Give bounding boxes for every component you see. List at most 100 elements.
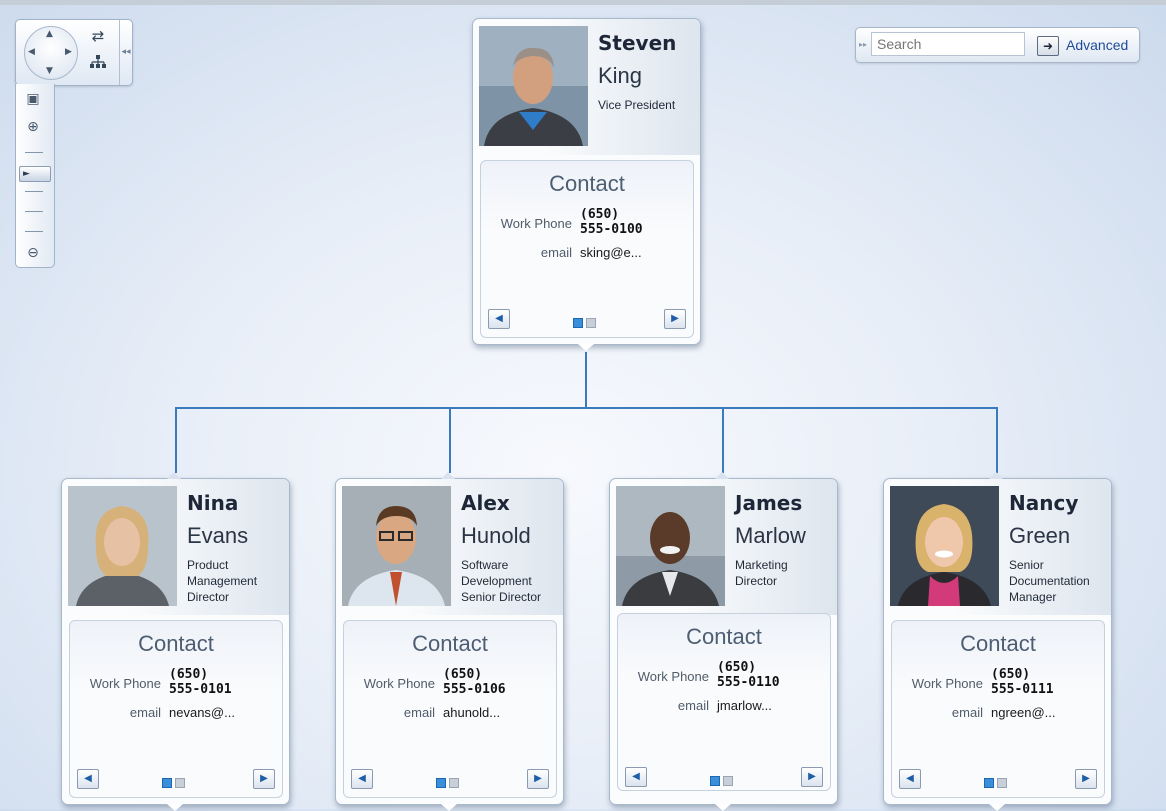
zoom-tick: [25, 191, 43, 192]
page-indicator: [984, 773, 1014, 788]
next-page-button[interactable]: ▶: [664, 309, 686, 329]
zoom-in-icon[interactable]: ⊕: [24, 118, 42, 136]
first-name: Nina: [187, 491, 239, 515]
email-value[interactable]: sking@e...: [580, 245, 642, 260]
email-value[interactable]: ngreen@...: [991, 705, 1056, 720]
pan-left-icon[interactable]: ◀: [28, 48, 35, 57]
email-label: email: [129, 705, 161, 720]
pan-right-icon[interactable]: ▶: [65, 48, 72, 57]
contact-heading: Contact: [412, 631, 488, 656]
person-card[interactable]: Nina Evans Product Management Director C…: [61, 472, 290, 811]
person-photo: [342, 486, 451, 606]
advanced-search-link[interactable]: Advanced: [1066, 37, 1128, 53]
first-name: Alex: [461, 491, 510, 515]
job-title: Software Development Senior Director: [461, 558, 542, 604]
phone-area: (650): [169, 667, 209, 682]
email-value[interactable]: ahunold...: [443, 705, 500, 720]
swap-layout-icon[interactable]: ⇄: [87, 26, 109, 46]
page-dot[interactable]: [723, 776, 733, 786]
next-page-button[interactable]: ▶: [801, 767, 823, 787]
search-go-button[interactable]: ➜: [1037, 36, 1059, 56]
prev-page-button[interactable]: ◀: [77, 769, 99, 789]
work-phone-value: (650) 555-0111: [991, 667, 1054, 697]
work-phone-label: Work Phone: [637, 669, 709, 684]
zoom-slider-thumb[interactable]: ►: [19, 166, 51, 182]
next-page-button[interactable]: ▶: [1075, 769, 1097, 789]
next-page-button[interactable]: ▶: [253, 769, 275, 789]
zoom-fit-icon[interactable]: ▣: [24, 90, 42, 108]
navigation-panel: ▲ ▼ ◀ ▶ ⇄ ◂◂: [15, 19, 133, 86]
pan-up-icon[interactable]: ▲: [46, 30, 53, 39]
zoom-out-icon[interactable]: ⊖: [24, 244, 42, 262]
page-dot[interactable]: [175, 778, 185, 788]
next-page-button[interactable]: ▶: [527, 769, 549, 789]
triangle-left-icon: ◀: [906, 773, 914, 784]
work-phone-label: Work Phone: [500, 216, 572, 231]
person-card[interactable]: Steven King Vice President Contact Work …: [472, 18, 701, 351]
contact-heading: Contact: [138, 631, 214, 656]
contact-panel: Contact Work Phone (650) 555-0101 email n…: [69, 620, 283, 798]
prev-page-button[interactable]: ◀: [899, 769, 921, 789]
person-card[interactable]: James Marlow Marketing Director Contact …: [609, 472, 838, 811]
last-name: Green: [1009, 523, 1071, 548]
zoom-tick: [25, 211, 43, 212]
triangle-right-icon: ▶: [260, 773, 268, 784]
phone-number: 555-0111: [991, 682, 1054, 697]
person-photo: [68, 486, 177, 606]
contact-panel: Contact Work Phone (650) 555-0106 email a…: [343, 620, 557, 798]
collapse-panel-icon[interactable]: ◂◂: [119, 20, 132, 85]
first-name: Nancy: [1009, 491, 1079, 515]
pan-control-icon[interactable]: ▲ ▼ ◀ ▶: [24, 26, 78, 80]
work-phone-value: (650) 555-0106: [443, 667, 506, 697]
connector-child: [175, 407, 177, 473]
expand-children-icon[interactable]: [715, 804, 731, 811]
triangle-left-icon: ◀: [632, 771, 640, 782]
page-dot[interactable]: [449, 778, 459, 788]
page-dot-active[interactable]: [984, 778, 994, 788]
expand-children-icon[interactable]: [578, 344, 594, 351]
email-label: email: [677, 698, 709, 713]
prev-page-button[interactable]: ◀: [351, 769, 373, 789]
phone-number: 555-0106: [443, 682, 506, 697]
last-name: Evans: [187, 523, 249, 548]
email-value[interactable]: jmarlow...: [717, 698, 772, 713]
work-phone-value: (650) 555-0101: [169, 667, 232, 697]
zoom-panel: ▣ ⊕ ► ⊖: [15, 84, 55, 268]
contact-heading: Contact: [549, 171, 625, 196]
work-phone-label: Work Phone: [911, 676, 983, 691]
last-name: Marlow: [735, 523, 806, 548]
parent-notch: [441, 472, 455, 479]
work-phone-label: Work Phone: [363, 676, 435, 691]
page-dot[interactable]: [997, 778, 1007, 788]
top-border: [0, 0, 1166, 5]
person-card[interactable]: Alex Hunold Software Development Senior …: [335, 472, 564, 811]
prev-page-button[interactable]: ◀: [488, 309, 510, 329]
parent-notch: [715, 472, 729, 479]
person-card[interactable]: Nancy Green Senior Documentation Manager…: [883, 472, 1112, 811]
page-dot-active[interactable]: [436, 778, 446, 788]
phone-number: 555-0100: [580, 222, 643, 237]
phone-area: (650): [443, 667, 483, 682]
page-dot[interactable]: [586, 318, 596, 328]
pan-down-icon[interactable]: ▼: [46, 67, 53, 76]
person-photo: [479, 26, 588, 146]
parent-notch: [989, 472, 1003, 479]
email-label: email: [403, 705, 435, 720]
page-dot-active[interactable]: [162, 778, 172, 788]
last-name: King: [598, 63, 643, 88]
prev-page-button[interactable]: ◀: [625, 767, 647, 787]
page-dot-active[interactable]: [573, 318, 583, 328]
expand-children-icon[interactable]: [989, 804, 1005, 811]
email-value[interactable]: nevans@...: [169, 705, 235, 720]
connector-bus: [175, 407, 997, 409]
slider-pointer-icon: ►: [23, 169, 30, 179]
page-dot-active[interactable]: [710, 776, 720, 786]
search-input[interactable]: [871, 32, 1025, 56]
expand-children-icon[interactable]: [441, 804, 457, 811]
grip-icon[interactable]: ▸▸: [858, 28, 868, 62]
hierarchy-layout-icon[interactable]: [87, 54, 109, 74]
person-photo: [616, 486, 725, 606]
expand-children-icon[interactable]: [167, 804, 183, 811]
person-photo: [890, 486, 999, 606]
search-bar: ▸▸ ➜ Advanced: [855, 27, 1140, 63]
